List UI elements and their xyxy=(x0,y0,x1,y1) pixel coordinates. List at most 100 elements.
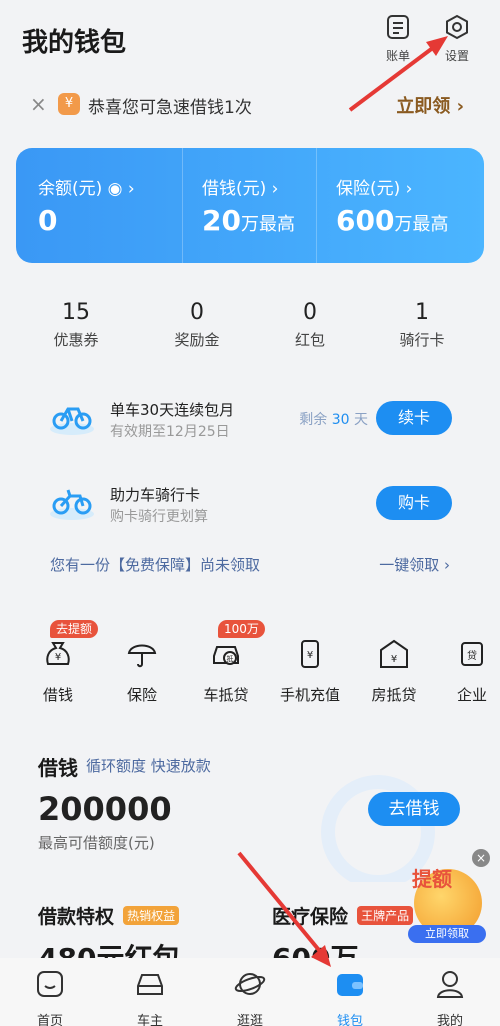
stat-red-packets[interactable]: 0 红包 xyxy=(260,300,360,350)
balance-label: 余额(元) ◉ › xyxy=(38,179,135,199)
loan-subtitle: 循环额度 快速放款 xyxy=(86,757,211,775)
money-bag-icon: ¥ xyxy=(46,642,70,665)
balance-card: 余额(元) ◉ › 0 借钱(元) › 20万最高 保险(元) › 600万最高 xyxy=(16,148,484,263)
service-label: 借钱 xyxy=(42,686,73,704)
service-business[interactable]: 贷 企业 xyxy=(432,638,500,705)
stat-ride-cards[interactable]: 1 骑行卡 xyxy=(372,300,472,350)
tab-label: 逛逛 xyxy=(236,1014,263,1026)
services-grid: 去提额 100万 ¥ 借钱 保险 抵 车抵贷 ¥ 手机充值 ¥ 房抵贷 贷 企业 xyxy=(0,620,500,710)
stat-coupons[interactable]: 15 优惠券 xyxy=(26,300,126,350)
divider xyxy=(316,148,317,263)
tab-label: 首页 xyxy=(36,1014,63,1026)
stat-number: 0 xyxy=(190,300,204,325)
phone-icon: ¥ xyxy=(301,640,319,668)
bill-button[interactable]: 账单 xyxy=(378,14,418,64)
loan-amount: 200000 xyxy=(38,790,172,828)
loan-value: 20万最高 xyxy=(202,204,295,237)
tab-label: 钱包 xyxy=(336,1014,363,1026)
car-icon xyxy=(137,974,163,995)
header: 我的钱包 账单 设置 xyxy=(0,0,500,80)
service-borrow[interactable]: ¥ 借钱 xyxy=(18,638,98,705)
loan-title: 借钱 xyxy=(38,756,78,780)
divider xyxy=(182,148,183,263)
promo-title: 医疗保险 xyxy=(272,906,349,928)
notice-text: 恭喜您可急速借钱1次 xyxy=(88,98,252,118)
bill-label: 账单 xyxy=(385,49,410,63)
svg-text:抵: 抵 xyxy=(227,654,234,663)
settings-icon xyxy=(446,14,468,40)
tab-home[interactable]: 首页 xyxy=(20,968,80,1026)
settings-label: 设置 xyxy=(444,49,469,63)
tab-bar: 首页 车主 逛逛 钱包 我的 xyxy=(0,958,500,1026)
claim-all-link[interactable]: 一键领取 › xyxy=(379,554,450,575)
wallet-icon xyxy=(337,974,363,996)
settings-button[interactable]: 设置 xyxy=(437,14,477,64)
notice-bar: × ¥ 恭喜您可急速借钱1次 立即领 › xyxy=(0,84,500,124)
tab-explore[interactable]: 逛逛 xyxy=(220,968,280,1026)
promo-title: 借款特权 xyxy=(38,906,115,928)
umbrella-icon xyxy=(127,644,157,668)
tab-wallet[interactable]: 钱包 xyxy=(320,968,380,1026)
service-car-loan[interactable]: 抵 车抵贷 xyxy=(186,638,266,705)
insurance-label: 保险(元) › xyxy=(336,179,413,199)
gift-icon: ¥ xyxy=(58,93,80,115)
remaining-days: 剩余 30 天 xyxy=(299,412,368,428)
tab-label: 车主 xyxy=(136,1014,163,1026)
balance-value: 0 xyxy=(38,204,58,237)
service-house-loan[interactable]: ¥ 房抵贷 xyxy=(354,638,434,705)
tab-car-owner[interactable]: 车主 xyxy=(120,968,180,1026)
insurance-value: 600万最高 xyxy=(336,204,449,237)
close-icon[interactable]: × xyxy=(30,92,47,116)
claim-now-link[interactable]: 立即领 › xyxy=(396,92,464,118)
stat-number: 1 xyxy=(415,300,429,325)
tab-mine[interactable]: 我的 xyxy=(420,968,480,1026)
service-insurance[interactable]: 保险 xyxy=(102,638,182,705)
service-phone-topup[interactable]: ¥ 手机充值 xyxy=(270,638,350,705)
stat-label: 奖励金 xyxy=(174,331,220,349)
card-subtitle: 有效期至12月25日 xyxy=(110,424,230,440)
renew-card-button[interactable]: 续卡 xyxy=(376,401,452,435)
badge-raise-limit: 去提额 xyxy=(50,620,99,638)
car-icon: 抵 xyxy=(213,646,239,665)
free-guarantee-row: 您有一份【免费保障】尚未领取 一键领取 › xyxy=(50,554,450,575)
service-label: 企业 xyxy=(456,686,487,704)
stat-rewards[interactable]: 0 奖励金 xyxy=(147,300,247,350)
home-icon xyxy=(37,971,63,997)
bill-icon xyxy=(387,15,409,39)
ride-card-bike: 单车30天连续包月 有效期至12月25日 剩余 30 天 续卡 xyxy=(48,395,468,445)
stat-number: 15 xyxy=(62,300,90,325)
tab-label: 我的 xyxy=(436,1014,463,1026)
user-icon xyxy=(436,971,464,998)
floating-text: 提额 xyxy=(412,867,452,891)
badge-100w: 100万 xyxy=(218,620,265,638)
service-label: 手机充值 xyxy=(279,686,340,704)
loan-amount-label: 最高可借额度(元) xyxy=(38,834,155,852)
business-icon: 贷 xyxy=(461,642,483,666)
card-subtitle: 购卡骑行更划算 xyxy=(110,509,208,525)
stats-row: 15 优惠券 0 奖励金 0 红包 1 骑行卡 xyxy=(0,300,500,360)
stat-label: 优惠券 xyxy=(53,331,99,349)
svg-text:贷: 贷 xyxy=(467,649,477,662)
floating-subtext: 立即领取 xyxy=(408,925,486,943)
ride-card-ebike: 助力车骑行卡 购卡骑行更划算 购卡 xyxy=(48,480,468,530)
svg-text:¥: ¥ xyxy=(55,652,61,663)
service-label: 房抵贷 xyxy=(371,686,417,704)
svg-text:¥: ¥ xyxy=(391,654,397,665)
stat-number: 0 xyxy=(303,300,317,325)
bike-icon xyxy=(50,407,94,435)
promo-tag: 热销权益 xyxy=(123,906,180,925)
card-title: 单车30天连续包月 xyxy=(110,401,235,419)
page-title: 我的钱包 xyxy=(22,28,127,58)
house-icon: ¥ xyxy=(380,639,408,668)
stat-label: 红包 xyxy=(294,331,325,349)
stat-label: 骑行卡 xyxy=(399,331,445,349)
go-borrow-button[interactable]: 去借钱 xyxy=(368,792,460,826)
loan-label: 借钱(元) › xyxy=(202,179,279,199)
card-title: 助力车骑行卡 xyxy=(110,486,201,504)
loan-section: 借钱 循环额度 快速放款 200000 最高可借额度(元) 去借钱 xyxy=(38,752,478,882)
planet-icon xyxy=(234,973,266,995)
close-icon[interactable]: × xyxy=(472,849,490,867)
floating-promo[interactable]: 提额 立即领取 × xyxy=(404,849,490,945)
buy-card-button[interactable]: 购卡 xyxy=(376,486,452,520)
free-guarantee-text: 您有一份【免费保障】尚未领取 xyxy=(50,556,261,574)
